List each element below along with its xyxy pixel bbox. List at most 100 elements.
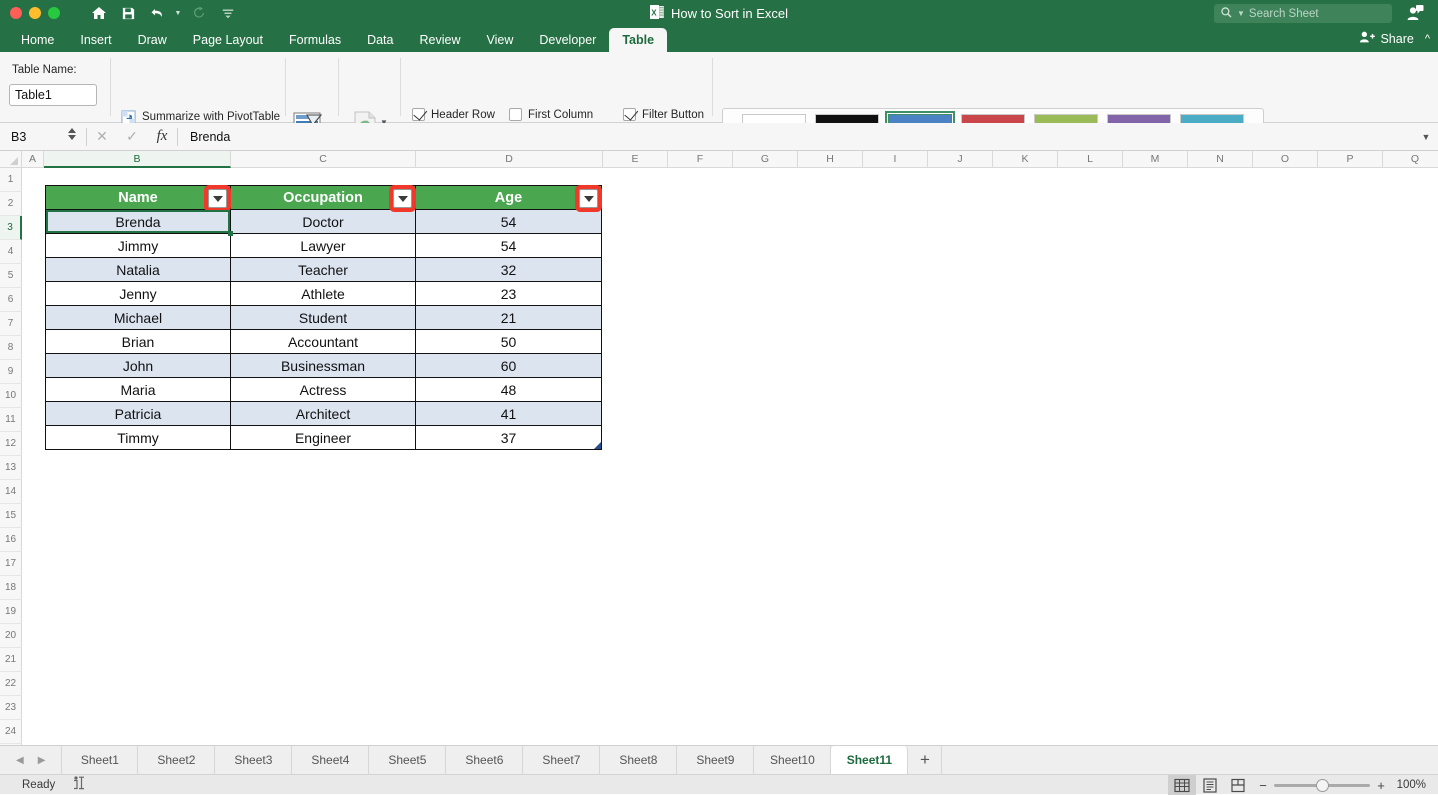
row-header-21[interactable]: 21 (0, 648, 22, 672)
row-header-5[interactable]: 5 (0, 264, 22, 288)
name-box-spinner-icon[interactable] (68, 128, 76, 140)
page-layout-view-icon[interactable] (1196, 775, 1224, 795)
sheet-tab-sheet5[interactable]: Sheet5 (369, 746, 446, 774)
table-cell[interactable]: Jimmy (46, 234, 231, 258)
row-header-8[interactable]: 8 (0, 336, 22, 360)
table-name-input[interactable] (9, 84, 97, 106)
filter-dropdown-name-icon[interactable] (208, 189, 227, 208)
column-header-l[interactable]: L (1058, 151, 1123, 168)
zoom-slider[interactable] (1274, 784, 1370, 787)
header-row-checkbox[interactable] (412, 108, 425, 121)
sheet-next-icon[interactable]: ▶ (38, 755, 46, 766)
row-header-3[interactable]: 3 (0, 216, 22, 240)
row-header-22[interactable]: 22 (0, 672, 22, 696)
sheet-tab-sheet9[interactable]: Sheet9 (677, 746, 754, 774)
row-header-17[interactable]: 17 (0, 552, 22, 576)
column-header-a[interactable]: A (22, 151, 44, 168)
row-header-13[interactable]: 13 (0, 456, 22, 480)
row-header-11[interactable]: 11 (0, 408, 22, 432)
page-break-view-icon[interactable] (1224, 775, 1252, 795)
table-cell[interactable]: 37 (416, 426, 602, 450)
row-header-6[interactable]: 6 (0, 288, 22, 312)
search-options-icon[interactable]: ▼ (1237, 9, 1245, 18)
table-header-age[interactable]: Age (416, 186, 602, 210)
confirm-check-icon[interactable]: ✓ (117, 123, 147, 151)
column-header-c[interactable]: C (231, 151, 416, 168)
column-header-n[interactable]: N (1188, 151, 1253, 168)
filter-dropdown-age-icon[interactable] (579, 189, 598, 208)
cancel-x-icon[interactable]: ✕ (87, 123, 117, 151)
table-cell[interactable]: Brenda (46, 210, 231, 234)
tab-draw[interactable]: Draw (125, 28, 180, 52)
row-header-12[interactable]: 12 (0, 432, 22, 456)
sheet-tab-sheet4[interactable]: Sheet4 (292, 746, 369, 774)
name-box[interactable]: B3 (0, 123, 86, 151)
first-column-checkbox[interactable] (509, 108, 522, 121)
tab-home[interactable]: Home (8, 28, 67, 52)
redo-icon[interactable] (186, 2, 212, 24)
sheet-tab-sheet3[interactable]: Sheet3 (215, 746, 292, 774)
table-cell[interactable]: Natalia (46, 258, 231, 282)
zoom-slider-handle[interactable] (1316, 779, 1329, 792)
table-cell[interactable]: Accountant (231, 330, 416, 354)
filter-dropdown-occupation-icon[interactable] (393, 189, 412, 208)
search-input[interactable]: ▼ Search Sheet (1214, 4, 1392, 23)
column-header-d[interactable]: D (416, 151, 603, 168)
close-window-button[interactable] (10, 7, 22, 19)
table-cell[interactable]: 23 (416, 282, 602, 306)
column-header-e[interactable]: E (603, 151, 668, 168)
tab-developer[interactable]: Developer (526, 28, 609, 52)
column-header-o[interactable]: O (1253, 151, 1318, 168)
table-cell[interactable]: Engineer (231, 426, 416, 450)
tab-data[interactable]: Data (354, 28, 406, 52)
table-resize-handle[interactable] (594, 442, 601, 449)
sheet-tab-sheet2[interactable]: Sheet2 (138, 746, 215, 774)
chevron-up-icon[interactable]: ^ (1425, 33, 1430, 45)
table-cell[interactable]: Timmy (46, 426, 231, 450)
row-header-16[interactable]: 16 (0, 528, 22, 552)
column-header-m[interactable]: M (1123, 151, 1188, 168)
table-header-name[interactable]: Name (46, 186, 231, 210)
table-cell[interactable]: Maria (46, 378, 231, 402)
table-cell[interactable]: 32 (416, 258, 602, 282)
minimize-window-button[interactable] (29, 7, 41, 19)
sheet-tab-sheet8[interactable]: Sheet8 (600, 746, 677, 774)
save-icon[interactable] (115, 2, 141, 24)
filter-button-checkbox[interactable] (623, 108, 636, 121)
column-header-b[interactable]: B (44, 151, 231, 168)
sheet-tab-sheet10[interactable]: Sheet10 (754, 746, 831, 774)
table-cell[interactable]: Patricia (46, 402, 231, 426)
sheet-prev-icon[interactable]: ◀ (16, 755, 24, 766)
tab-table[interactable]: Table (609, 28, 667, 52)
row-header-2[interactable]: 2 (0, 192, 22, 216)
tab-page-layout[interactable]: Page Layout (180, 28, 276, 52)
tab-formulas[interactable]: Formulas (276, 28, 354, 52)
table-header-occupation[interactable]: Occupation (231, 186, 416, 210)
home-icon[interactable] (86, 2, 112, 24)
normal-view-icon[interactable] (1168, 775, 1196, 795)
row-header-7[interactable]: 7 (0, 312, 22, 336)
zoom-out-button[interactable]: − (1252, 778, 1274, 793)
option-filter-button[interactable]: Filter Button (623, 108, 704, 121)
table-cell[interactable]: John (46, 354, 231, 378)
sheet-tab-sheet11[interactable]: Sheet11 (831, 746, 908, 774)
share-button[interactable]: Share (1380, 32, 1413, 46)
column-header-q[interactable]: Q (1383, 151, 1438, 168)
table-cell[interactable]: Doctor (231, 210, 416, 234)
row-header-24[interactable]: 24 (0, 720, 22, 744)
table-cell[interactable]: 60 (416, 354, 602, 378)
column-header-k[interactable]: K (993, 151, 1058, 168)
table-cell[interactable]: Michael (46, 306, 231, 330)
option-header-row[interactable]: Header Row (412, 108, 495, 121)
column-header-h[interactable]: H (798, 151, 863, 168)
table-cell[interactable]: Lawyer (231, 234, 416, 258)
row-header-20[interactable]: 20 (0, 624, 22, 648)
fx-icon[interactable]: fx (147, 123, 177, 151)
maximize-window-button[interactable] (48, 7, 60, 19)
table-cell[interactable]: Teacher (231, 258, 416, 282)
row-header-14[interactable]: 14 (0, 480, 22, 504)
table-cell[interactable]: Student (231, 306, 416, 330)
zoom-in-button[interactable]: + (1370, 778, 1392, 793)
table-cell[interactable]: 50 (416, 330, 602, 354)
tab-review[interactable]: Review (406, 28, 473, 52)
